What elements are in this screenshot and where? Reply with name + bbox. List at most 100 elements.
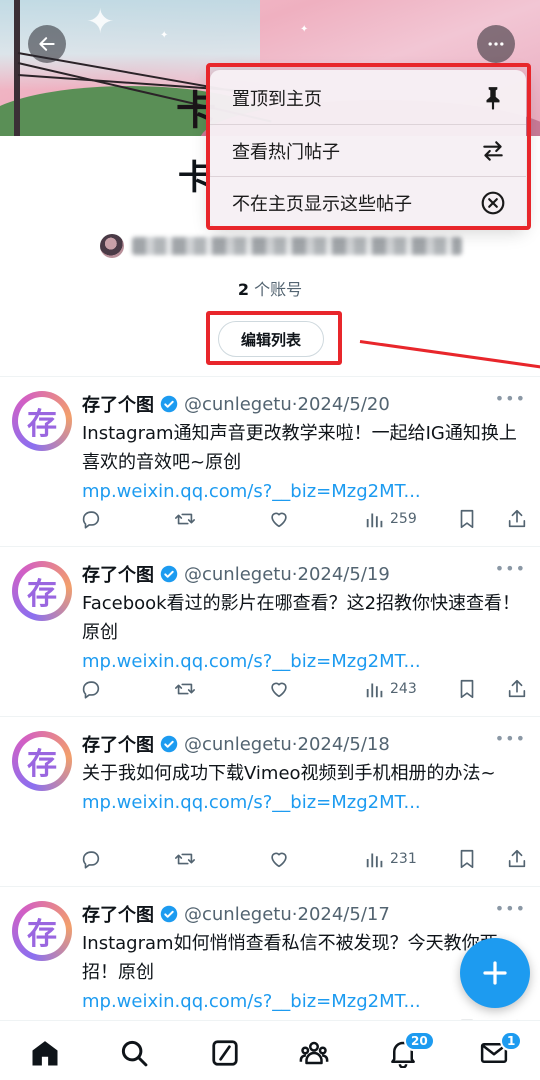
account-count[interactable]: 2 个账号 [0,276,540,300]
bottom-nav: 20 1 [0,1020,540,1080]
tweet-text: Facebook看过的影片在哪查看？这2招教你快速查看！原创 [82,593,521,643]
like-button[interactable] [268,847,290,871]
share-button[interactable] [506,677,528,701]
avatar-logo-icon: 存 [18,907,66,955]
plus-icon [483,961,507,985]
grok-icon [212,1040,238,1066]
more-options-button[interactable] [477,25,515,63]
verified-badge-icon [160,395,178,413]
views-count: 243 [390,681,417,697]
banner-utility-pole [14,0,20,136]
tweet-author-name[interactable]: 存了个图 [82,391,154,417]
share-icon [508,849,526,868]
tweet-body: Instagram通知声音更改教学来啦！一起给IG通知换上喜欢的音效吧~原创 m… [82,419,530,506]
tweet[interactable]: 存 存了个图 @cunlegetu · 2024/5/18 ••• 关于我如何成… [0,717,540,887]
retweet-button[interactable] [174,847,196,871]
tweet-feed: 存 存了个图 @cunlegetu · 2024/5/20 ••• Instag… [0,376,540,1057]
tweet-header: 存了个图 @cunlegetu · 2024/5/19 [82,561,390,587]
reply-icon [82,681,100,699]
owner-name-redacted [132,237,462,255]
tweet-link[interactable]: mp.weixin.qq.com/s?__biz=Mzg2MT... [82,477,530,506]
tweet-author-name[interactable]: 存了个图 [82,561,154,587]
messages-badge: 1 [500,1031,523,1051]
tweet-handle: @cunlegetu [184,903,292,925]
sparkle-icon: ✦ [86,2,115,42]
avatar-logo-icon: 存 [18,737,66,785]
list-owner[interactable] [100,234,462,258]
retweet-button[interactable] [174,677,196,701]
tweet-link[interactable]: mp.weixin.qq.com/s?__biz=Mzg2MT... [82,788,530,817]
tweet-handle: @cunlegetu [184,393,292,415]
tweet-text: Instagram通知声音更改教学来啦！一起给IG通知换上喜欢的音效吧~原创 [82,423,517,473]
share-button[interactable] [506,847,528,871]
tweet-link[interactable]: mp.weixin.qq.com/s?__biz=Mzg2MT... [82,987,530,1016]
tweet-more-button[interactable]: ••• [495,389,526,408]
nav-search[interactable] [114,1033,154,1073]
retweet-icon [175,853,195,865]
bookmark-button[interactable] [456,507,478,531]
bookmark-icon [460,509,474,529]
like-button[interactable] [268,507,290,531]
share-button[interactable] [506,507,528,531]
nav-grok[interactable] [205,1033,245,1073]
tweet-handle: @cunlegetu [184,563,292,585]
nav-communities[interactable] [294,1033,334,1073]
views-button[interactable]: 231 [364,847,417,871]
views-button[interactable]: 259 [364,507,417,531]
views-button[interactable]: 243 [364,677,417,701]
tweet-date[interactable]: 2024/5/20 [298,394,390,415]
search-icon [121,1040,148,1067]
tweet-actions: 243 [80,677,530,701]
bookmark-button[interactable] [456,847,478,871]
tweet-date[interactable]: 2024/5/17 [298,904,390,925]
tweet[interactable]: 存 存了个图 @cunlegetu · 2024/5/20 ••• Instag… [0,377,540,547]
back-button[interactable] [28,25,66,63]
heart-icon [271,512,287,528]
tweet-header: 存了个图 @cunlegetu · 2024/5/17 [82,901,390,927]
tweet-header: 存了个图 @cunlegetu · 2024/5/18 [82,731,390,757]
tweet-avatar[interactable]: 存 [12,561,72,621]
tweet-author-name[interactable]: 存了个图 [82,731,154,757]
bookmark-button[interactable] [456,677,478,701]
account-count-number: 2 [237,280,250,299]
bookmark-icon [460,679,474,699]
analytics-icon [366,513,383,528]
account-count-label: 个账号 [249,280,303,299]
tweet-actions: 259 [80,507,530,531]
tweet-date[interactable]: 2024/5/19 [298,564,390,585]
retweet-button[interactable] [174,507,196,531]
tweet-more-button[interactable]: ••• [495,899,526,918]
annotation-arrow [359,340,540,369]
analytics-icon [366,683,383,698]
tweet-header: 存了个图 @cunlegetu · 2024/5/20 [82,391,390,417]
tweet[interactable]: 存 存了个图 @cunlegetu · 2024/5/19 ••• Facebo… [0,547,540,717]
tweet-more-button[interactable]: ••• [495,729,526,748]
tweet-text: 关于我如何成功下载Vimeo视频到手机相册的办法~ [82,763,496,784]
reply-button[interactable] [80,677,102,701]
tweet-author-name[interactable]: 存了个图 [82,901,154,927]
reply-button[interactable] [80,507,102,531]
analytics-icon [366,853,383,868]
heart-icon [271,682,287,698]
tweet-avatar[interactable]: 存 [12,391,72,451]
tweet-link[interactable]: mp.weixin.qq.com/s?__biz=Mzg2MT... [82,647,530,676]
share-icon [508,509,526,528]
tweet-avatar[interactable]: 存 [12,901,72,961]
tweet-more-button[interactable]: ••• [495,559,526,578]
home-icon [32,1041,58,1066]
annotation-box-menu [206,63,531,230]
avatar-logo-icon: 存 [18,567,66,615]
compose-button[interactable] [460,938,530,1008]
reply-button[interactable] [80,847,102,871]
views-count: 231 [390,851,417,867]
verified-badge-icon [160,735,178,753]
tweet-body: 关于我如何成功下载Vimeo视频到手机相册的办法~ mp.weixin.qq.c… [82,759,530,817]
like-button[interactable] [268,677,290,701]
reply-icon [82,851,100,869]
tweet-handle: @cunlegetu [184,733,292,755]
owner-avatar[interactable] [100,234,124,258]
bookmark-icon [460,849,474,869]
tweet-date[interactable]: 2024/5/18 [298,734,390,755]
tweet-avatar[interactable]: 存 [12,731,72,791]
nav-home[interactable] [25,1033,65,1073]
